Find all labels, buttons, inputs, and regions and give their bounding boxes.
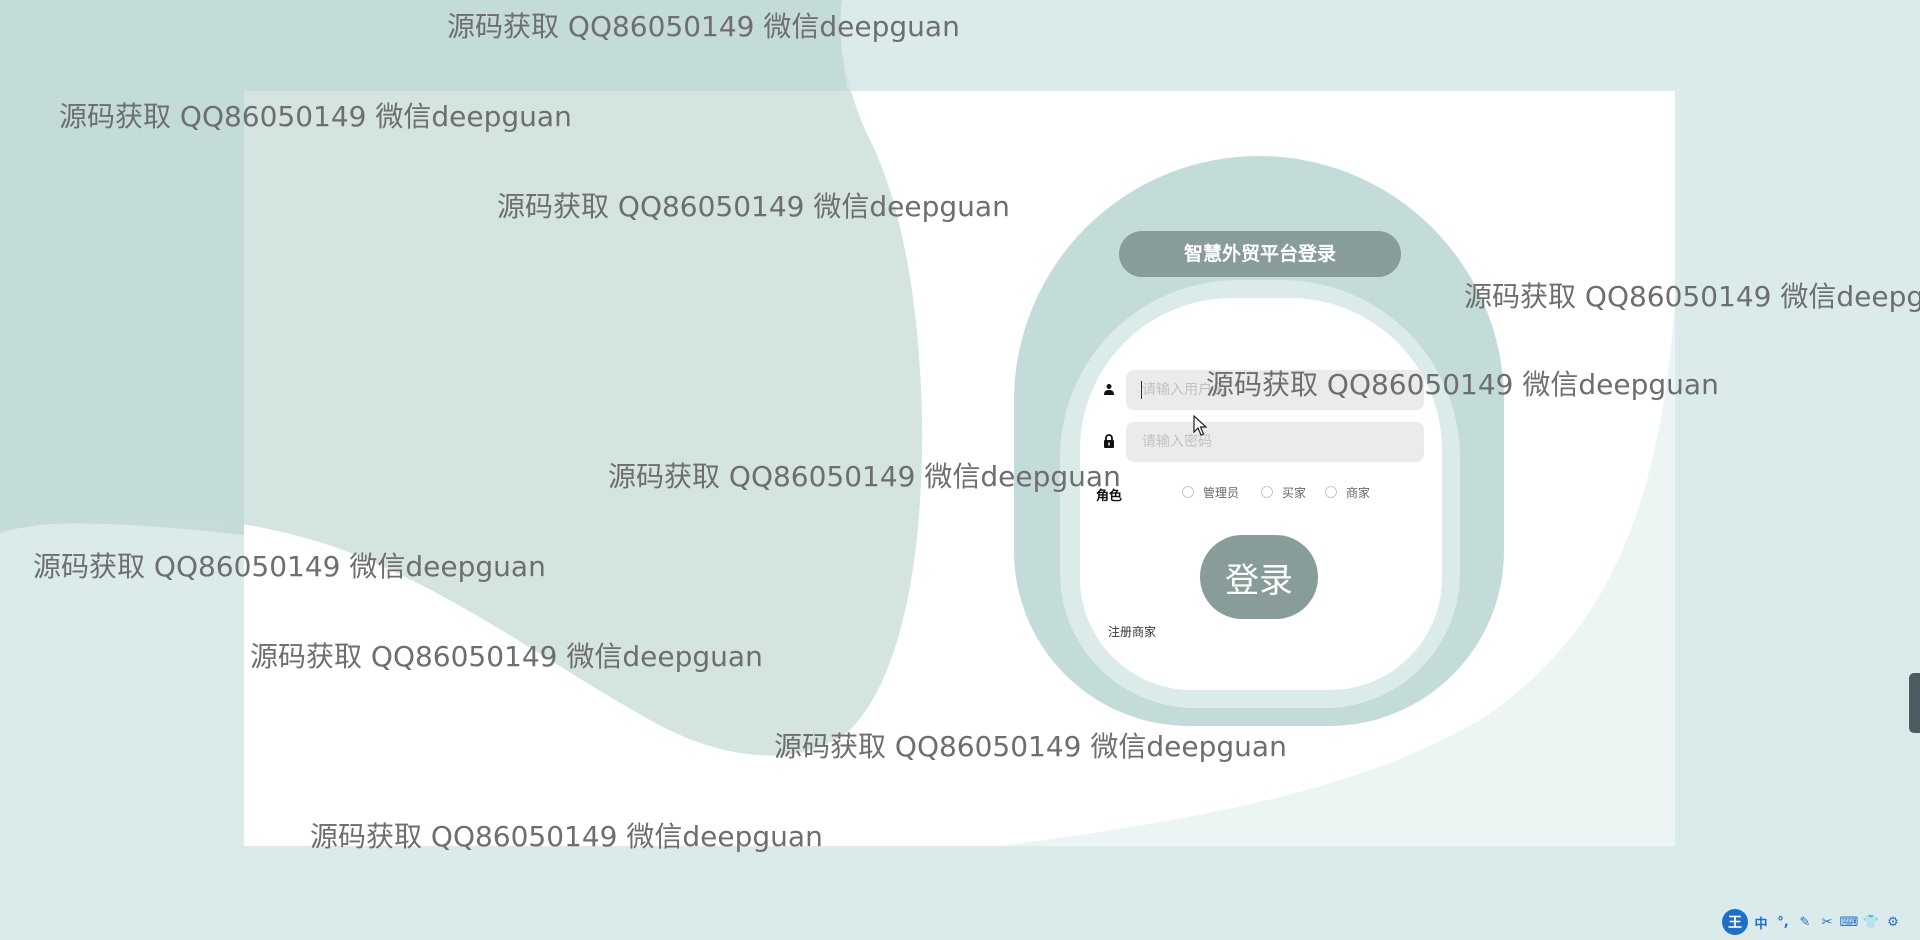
language-toggle[interactable]: 中 [1752,913,1770,932]
radio-buyer[interactable] [1261,486,1273,498]
role-option-admin[interactable]: 管理员 [1182,483,1239,501]
role-option-merchant[interactable]: 商家 [1325,483,1370,501]
shirt-icon[interactable]: 👕 [1862,913,1880,931]
ime-logo-icon[interactable]: 王 [1722,909,1748,935]
ime-toolbar: 王 中 °, ✎ ✂ ⌨ 👕 ⚙ [1722,906,1902,938]
side-panel-handle[interactable] [1909,673,1920,733]
role-option-buyer[interactable]: 买家 [1261,483,1306,501]
username-input[interactable] [1126,370,1424,410]
pen-icon[interactable]: ✎ [1796,913,1814,931]
login-page: 智慧外贸平台登录 角色 管理员 买家 商家 登录 注册商家 源码获取 QQ860… [0,0,1920,940]
keyboard-icon[interactable]: ⌨ [1840,913,1859,931]
lock-icon [1103,434,1119,450]
settings-icon[interactable]: ⚙ [1884,913,1902,931]
password-input[interactable] [1126,422,1424,462]
role-option-label: 买家 [1282,485,1307,500]
mouse-cursor-icon [1193,415,1207,436]
punctuation-icon[interactable]: °, [1774,913,1792,931]
role-label: 角色 [1096,489,1123,504]
user-icon [1103,383,1119,399]
radio-merchant[interactable] [1325,486,1337,498]
background-decoration [0,0,1675,846]
register-merchant-link[interactable]: 注册商家 [1108,623,1156,640]
login-title: 智慧外贸平台登录 [1119,231,1401,277]
scissors-icon[interactable]: ✂ [1818,913,1836,931]
role-option-label: 商家 [1346,485,1371,500]
role-option-label: 管理员 [1203,485,1240,500]
text-caret [1141,381,1142,399]
login-button[interactable]: 登录 [1200,535,1318,619]
radio-admin[interactable] [1182,486,1194,498]
